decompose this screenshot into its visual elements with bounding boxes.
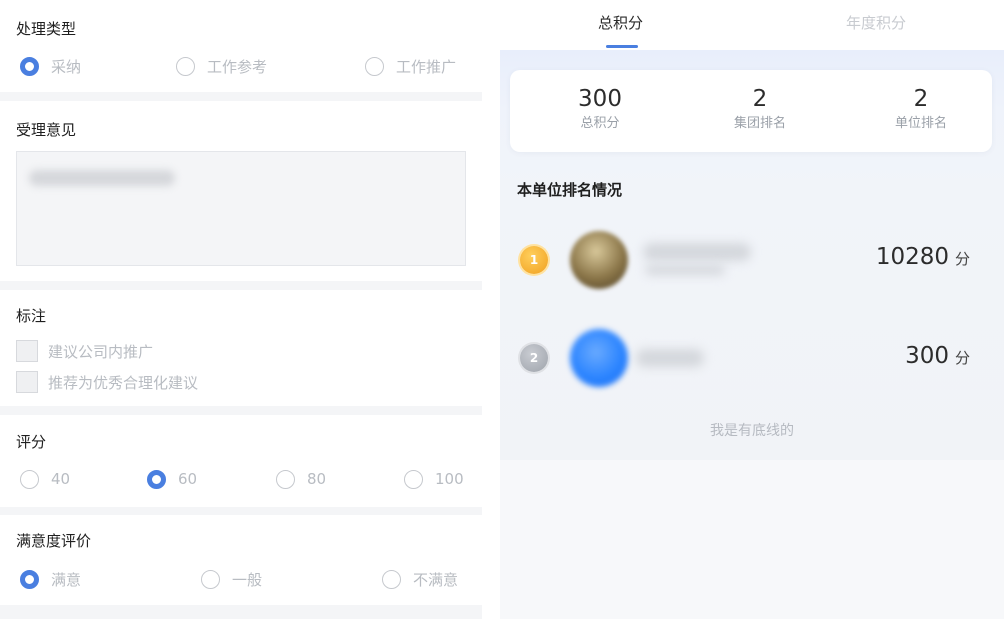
stat-value: 300 (578, 86, 622, 112)
score-60-radio[interactable]: 60 (147, 467, 197, 491)
radio-label: 工作推广 (396, 57, 457, 76)
handle-type-section: 处理类型 采纳 工作参考 工作推广 (0, 0, 482, 92)
stat-value: 2 (752, 86, 768, 112)
score-100-radio[interactable]: 100 (404, 467, 464, 491)
radio-label: 满意 (51, 570, 82, 589)
mark-promote-checkbox[interactable]: 建议公司内推广 (16, 339, 153, 363)
satisfaction-unsatisfied-radio[interactable]: 不满意 (382, 567, 458, 591)
score-value: 10280 (875, 244, 949, 270)
rank-number: 2 (529, 351, 539, 365)
score-value: 300 (905, 343, 949, 369)
radio-unchecked-icon (276, 469, 295, 489)
radio-checked-icon (20, 569, 39, 589)
satisfaction-section: 满意度评价 满意 一般 不满意 (0, 515, 482, 605)
handle-type-radio-group: 采纳 工作参考 工作推广 (0, 54, 482, 78)
blurred-opinion-text (29, 170, 175, 186)
satisfaction-average-radio[interactable]: 一般 (201, 567, 262, 591)
radio-unchecked-icon (176, 56, 195, 76)
handle-type-promote-radio[interactable]: 工作推广 (365, 54, 456, 78)
stats-card: 300 总积分 2 集团排名 2 单位排名 (510, 70, 992, 152)
score-title: 评分 (16, 433, 47, 451)
silver-medal-icon: 2 (520, 344, 548, 372)
rank-number: 1 (529, 253, 539, 267)
opinion-textarea[interactable] (16, 151, 466, 266)
handle-type-adopt-radio[interactable]: 采纳 (20, 54, 81, 78)
handling-form: 处理类型 采纳 工作参考 工作推广 受理意见 标注 建议公司内推广 推荐为优秀合… (0, 0, 482, 619)
mark-recommend-checkbox[interactable]: 推荐为优秀合理化建议 (16, 370, 198, 394)
end-of-list-note: 我是有底线的 (710, 423, 794, 439)
score-unit: 分 (954, 250, 970, 268)
score-unit: 分 (954, 349, 970, 367)
stat-caption: 单位排名 (894, 116, 947, 131)
stat-unit-rank: 2 单位排名 (856, 84, 986, 134)
avatar (570, 231, 628, 289)
handle-type-reference-radio[interactable]: 工作参考 (176, 54, 267, 78)
radio-label: 100 (435, 470, 464, 488)
ranking-row[interactable]: 2 300 分 (500, 323, 1004, 393)
radio-label: 40 (51, 470, 71, 488)
checkbox-icon (16, 371, 38, 393)
active-tab-indicator (606, 45, 638, 48)
stat-caption: 总积分 (580, 116, 620, 131)
radio-unchecked-icon (20, 469, 39, 489)
opinion-title: 受理意见 (16, 121, 77, 139)
ranking-score: 10280 分 (876, 244, 970, 270)
blurred-subtitle (645, 265, 725, 275)
score-radio-group: 40 60 80 100 (0, 467, 482, 491)
score-section: 评分 40 60 80 100 (0, 415, 482, 507)
radio-unchecked-icon (404, 469, 423, 489)
mark-title: 标注 (16, 307, 47, 325)
points-panel: 总积分 年度积分 300 总积分 2 集团排名 2 单位排名 本单位排名情况 1 (500, 0, 1004, 619)
ranking-score: 300 分 (905, 343, 970, 369)
radio-label: 60 (178, 470, 198, 488)
radio-unchecked-icon (382, 569, 401, 589)
stat-group-rank: 2 集团排名 (695, 84, 825, 134)
checkbox-label: 建议公司内推广 (48, 342, 154, 361)
satisfaction-title: 满意度评价 (16, 532, 92, 550)
tab-annual-points[interactable]: 年度积分 (846, 12, 906, 33)
checkbox-icon (16, 340, 38, 362)
satisfaction-radio-group: 满意 一般 不满意 (0, 567, 482, 591)
score-40-radio[interactable]: 40 (20, 467, 70, 491)
ranking-heading: 本单位排名情况 (517, 181, 623, 199)
radio-unchecked-icon (201, 569, 220, 589)
radio-label: 80 (307, 470, 327, 488)
radio-checked-icon (20, 56, 39, 76)
satisfaction-satisfied-radio[interactable]: 满意 (20, 567, 81, 591)
points-tabs: 总积分 年度积分 (500, 0, 1004, 50)
radio-label: 一般 (232, 570, 263, 589)
radio-label: 不满意 (413, 570, 459, 589)
tab-total-points[interactable]: 总积分 (598, 12, 643, 33)
ranking-area: 300 总积分 2 集团排名 2 单位排名 本单位排名情况 1 10280 分 (500, 50, 1004, 460)
blurred-name (643, 243, 751, 261)
checkbox-label: 推荐为优秀合理化建议 (48, 373, 199, 392)
score-80-radio[interactable]: 80 (276, 467, 326, 491)
gold-medal-icon: 1 (520, 246, 548, 274)
handle-type-title: 处理类型 (16, 20, 77, 38)
stat-value: 2 (913, 86, 929, 112)
avatar (570, 329, 628, 387)
radio-checked-icon (147, 469, 166, 489)
radio-label: 工作参考 (207, 57, 268, 76)
radio-label: 采纳 (51, 57, 82, 76)
radio-unchecked-icon (365, 56, 384, 76)
stat-total-points: 300 总积分 (535, 84, 665, 134)
stat-caption: 集团排名 (733, 116, 786, 131)
ranking-row[interactable]: 1 10280 分 (500, 225, 1004, 295)
blurred-name (636, 349, 704, 367)
